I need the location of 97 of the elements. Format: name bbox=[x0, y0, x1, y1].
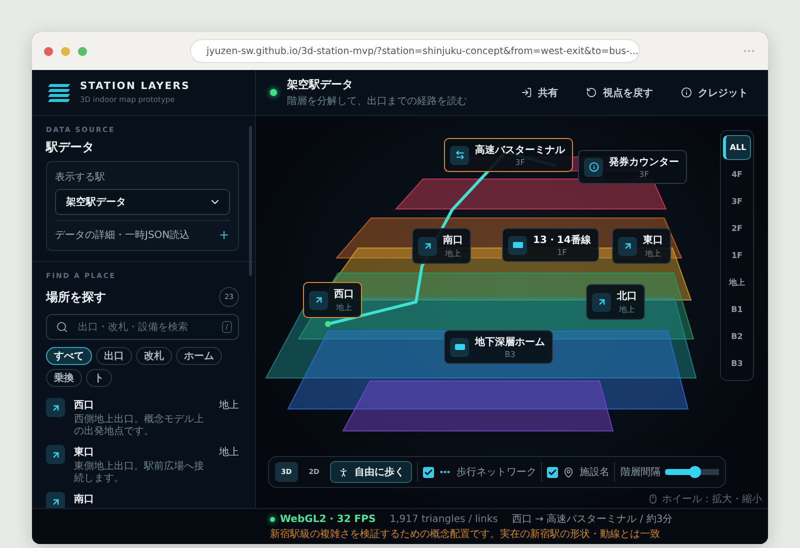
scene-stats: 1,917 triangles / links bbox=[390, 514, 498, 524]
filter-chip[interactable]: すべて bbox=[46, 347, 92, 365]
floor-button[interactable]: B1 bbox=[723, 297, 751, 322]
floor-button[interactable]: 4F bbox=[723, 162, 751, 187]
map-pin-icon bbox=[563, 466, 574, 478]
station-subtitle: 階層を分解して、出口までの経路を読む bbox=[287, 94, 467, 108]
filter-chip[interactable]: 改札 bbox=[136, 347, 172, 365]
map-label[interactable]: 南口 地上 bbox=[412, 228, 471, 264]
map-label[interactable]: 高速バスターミナル 3F bbox=[444, 138, 573, 172]
info-icon bbox=[588, 162, 598, 172]
toggle-label: 施設名 bbox=[579, 466, 610, 479]
filter-chip[interactable]: 出口 bbox=[96, 347, 132, 365]
arrow-up-right-icon bbox=[314, 295, 324, 305]
platform-icon bbox=[454, 344, 464, 350]
slider-thumb[interactable] bbox=[689, 466, 702, 478]
status-dot bbox=[270, 516, 275, 522]
label-floor: 地上 bbox=[444, 248, 462, 259]
details-label[interactable]: データの詳細・一時JSON読込 bbox=[55, 228, 190, 242]
place-name[interactable]: 西口 bbox=[74, 398, 210, 412]
arrow-up-right-icon bbox=[50, 496, 60, 506]
reset-button[interactable]: 視点を戻す bbox=[582, 82, 657, 104]
map-label[interactable]: 地下深層ホーム B3 bbox=[444, 330, 553, 364]
arrow-up-right-icon bbox=[50, 450, 60, 460]
label-floor: 地上 bbox=[644, 248, 662, 259]
layers-logo-icon bbox=[48, 84, 70, 102]
arrow-up-right-icon bbox=[422, 241, 432, 251]
floor-button[interactable]: ALL bbox=[723, 135, 751, 160]
slider-label: 階層間隔 bbox=[620, 466, 660, 479]
station-title: 架空駅データ bbox=[287, 77, 354, 92]
label-name: 13・14番線 bbox=[533, 234, 591, 247]
concept-notice: 新宿駅級の複雑さを検証するための概念配置です。実在の新宿駅の形状・動線とは一致 bbox=[270, 528, 660, 541]
place-description: 西側地上出口。概念モデル上の出発地点です。 bbox=[74, 414, 205, 438]
arrow-up-right-icon bbox=[596, 297, 606, 307]
floor-button[interactable]: 地上 bbox=[723, 270, 751, 295]
share-icon bbox=[521, 87, 532, 98]
map-label[interactable]: 13・14番線 1F bbox=[502, 228, 599, 262]
status-dot bbox=[270, 89, 277, 96]
map-label[interactable]: 東口 地上 bbox=[612, 228, 671, 264]
label-name: 地下深層ホーム bbox=[475, 336, 545, 349]
label-floor: 3F bbox=[638, 170, 650, 179]
reset-view-icon bbox=[586, 87, 597, 98]
label-name: 南口 bbox=[443, 234, 463, 247]
check-icon bbox=[548, 468, 558, 476]
label-floor: 地上 bbox=[335, 302, 353, 313]
arrows-left-right-icon bbox=[454, 150, 464, 160]
info-icon bbox=[681, 87, 692, 98]
scrollbar[interactable] bbox=[249, 126, 252, 276]
check-icon bbox=[424, 468, 434, 476]
station-select[interactable]: 架空駅データ bbox=[55, 189, 230, 215]
close-window-button[interactable] bbox=[44, 46, 53, 56]
checkbox[interactable] bbox=[423, 466, 434, 478]
label-floor: B3 bbox=[504, 350, 516, 359]
map-label[interactable]: 西口 地上 bbox=[303, 282, 362, 318]
label-floor: 1F bbox=[556, 248, 568, 257]
filter-chip[interactable]: ト bbox=[86, 369, 112, 387]
place-name[interactable]: 東口 bbox=[74, 445, 210, 459]
floor-button[interactable]: 2F bbox=[723, 216, 751, 241]
renderer-status: WebGL2 · 32 FPS bbox=[280, 514, 376, 524]
label-floor: 地上 bbox=[618, 304, 636, 315]
filter-chip[interactable]: 乗換 bbox=[46, 369, 82, 387]
label-name: 東口 bbox=[643, 234, 663, 247]
share-button[interactable]: 共有 bbox=[517, 82, 562, 104]
search-icon bbox=[56, 321, 68, 333]
search-field[interactable]: 出口・改札・設備を検索 bbox=[76, 320, 214, 334]
label-name: 西口 bbox=[334, 288, 354, 301]
floor-button[interactable]: B3 bbox=[723, 351, 751, 376]
label-floor: 3F bbox=[514, 158, 526, 167]
section-title: 駅データ bbox=[46, 139, 95, 156]
address-bar[interactable]: jyuzen-sw.github.io/3d-station-mvp/?station=shinjuku-concept&from=west-exit&to=bus-... bbox=[190, 39, 640, 63]
floor-button[interactable]: B2 bbox=[723, 324, 751, 349]
place-floor: 地上 bbox=[219, 446, 239, 459]
floor-button[interactable]: 1F bbox=[723, 243, 751, 268]
plus-icon[interactable] bbox=[218, 229, 230, 241]
place-floor: 地上 bbox=[219, 398, 239, 412]
field-label: 表示する駅 bbox=[55, 170, 106, 184]
label-name: 高速バスターミナル bbox=[475, 143, 565, 157]
label-name: 北口 bbox=[617, 290, 637, 303]
control-hint: ホイール：拡大・縮小 bbox=[662, 492, 762, 506]
toggle-label: 歩行ネットワーク bbox=[456, 466, 536, 479]
walk-button[interactable]: 自由に歩く bbox=[330, 461, 412, 483]
mouse-icon bbox=[648, 494, 658, 504]
platform-icon bbox=[512, 242, 522, 248]
place-name[interactable]: 南口 bbox=[74, 492, 239, 506]
spacing-slider[interactable] bbox=[665, 466, 720, 478]
map-label[interactable]: 発券カウンター 3F bbox=[578, 150, 687, 184]
map-label[interactable]: 北口 地上 bbox=[586, 284, 645, 320]
floor-button[interactable]: 3F bbox=[723, 189, 751, 214]
arrow-up-right-icon bbox=[622, 241, 632, 251]
place-description: 東側地上出口。駅前広場へ接続します。 bbox=[74, 461, 205, 485]
section-title: 場所を探す bbox=[46, 288, 106, 306]
label-name: 発券カウンター bbox=[609, 156, 679, 169]
arrow-up-right-icon bbox=[50, 402, 60, 412]
checkbox[interactable] bbox=[547, 466, 558, 478]
app-title: STATION LAYERS bbox=[80, 81, 190, 92]
filter-chip[interactable]: ホーム bbox=[176, 347, 222, 365]
info-button[interactable]: クレジット bbox=[677, 82, 752, 104]
route-summary: 西口 → 高速バスターミナル / 約3分 bbox=[512, 512, 673, 526]
